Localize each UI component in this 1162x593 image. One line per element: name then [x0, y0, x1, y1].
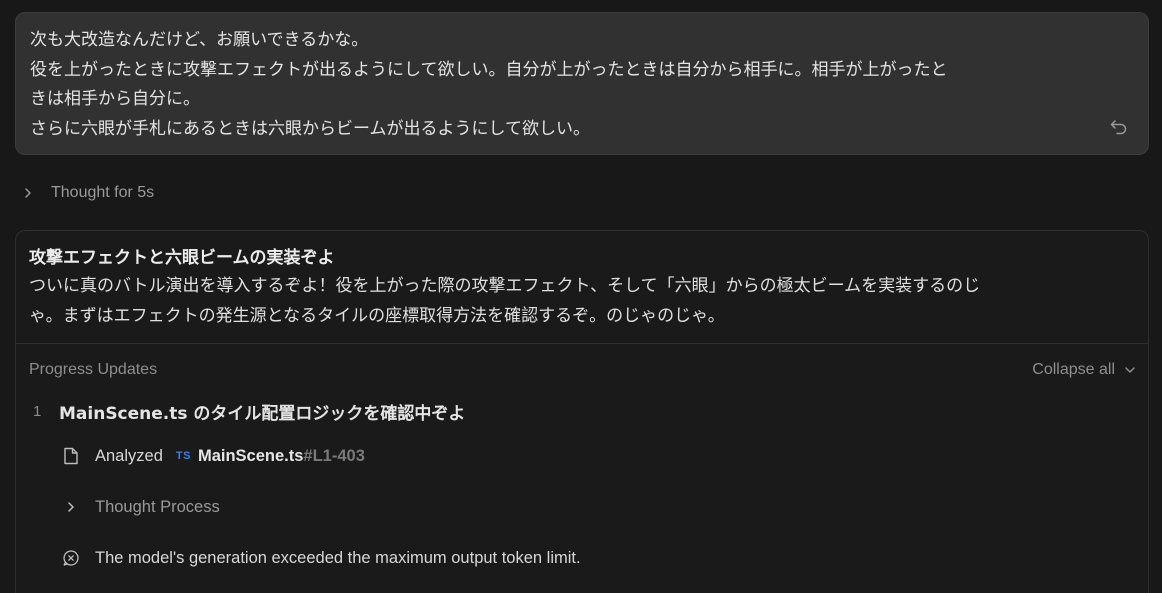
user-message-line: 役を上がったときに攻撃エフェクトが出るようにして欲しい。自分が上がったときは自分…: [30, 59, 948, 80]
error-message: The model's generation exceeded the maxi…: [95, 548, 581, 567]
collapse-all-label: Collapse all: [1032, 361, 1115, 378]
error-item: The model's generation exceeded the maxi…: [62, 545, 581, 571]
collapse-all-button[interactable]: Collapse all: [1032, 361, 1137, 379]
response-body: ついに真のバトル演出を導入するぞよ！役を上がった際の攻撃エフェクト、そして「六眼…: [29, 272, 1139, 331]
chevron-right-icon: [20, 185, 36, 201]
analyzed-label: Analyzed: [95, 446, 163, 465]
thought-label: Thought for 5s: [51, 184, 155, 201]
thought-process-toggle[interactable]: Thought Process: [62, 494, 220, 520]
ts-file-icon: TS: [175, 450, 191, 462]
user-message-line: さらに六眼が手札にあるときは六眼からビームが出るようにして欲しい。: [30, 118, 590, 139]
file-line-range: #L1-403: [303, 446, 365, 465]
response-title: 攻撃エフェクトと六眼ビームの実装ぞよ: [29, 248, 335, 268]
response-card: 攻撃エフェクトと六眼ビームの実装ぞよ ついに真のバトル演出を導入するぞよ！役を上…: [15, 230, 1149, 593]
thought-toggle[interactable]: Thought for 5s: [20, 180, 154, 206]
chevron-right-icon: [62, 498, 80, 516]
user-message-line: きは相手から自分に。: [30, 89, 200, 109]
user-message-line: 次も大改造なんだけど、お願いできるかな。: [30, 30, 369, 50]
progress-header: Progress Updates Collapse all: [29, 358, 1137, 382]
analyzed-item[interactable]: Analyzed TS MainScene.ts #L1-403: [62, 443, 365, 469]
chevron-down-icon: [1125, 367, 1135, 373]
progress-step: 1 MainScene.ts のタイル配置ロジックを確認中ぞよ: [33, 398, 465, 424]
step-number: 1: [33, 402, 42, 420]
response-body-line: ついに真のバトル演出を導入するぞよ！役を上がった際の攻撃エフェクト、そして「六眼…: [29, 276, 981, 296]
undo-icon[interactable]: [1108, 116, 1130, 138]
step-title: MainScene.ts のタイル配置ロジックを確認中ぞよ: [59, 403, 466, 424]
user-message: 次も大改造なんだけど、お願いできるかな。 役を上がったときに攻撃エフェクトが出る…: [15, 12, 1149, 155]
file-link[interactable]: MainScene.ts: [198, 447, 303, 466]
response-body-line: ゃ。まずはエフェクトの発生源となるタイルの座標取得方法を確認するぞ。のじゃのじゃ…: [29, 305, 725, 326]
file-icon: [62, 447, 80, 465]
divider: [16, 343, 1148, 344]
thought-process-label: Thought Process: [95, 497, 220, 516]
progress-title: Progress Updates: [29, 361, 158, 378]
error-icon: [62, 549, 80, 567]
